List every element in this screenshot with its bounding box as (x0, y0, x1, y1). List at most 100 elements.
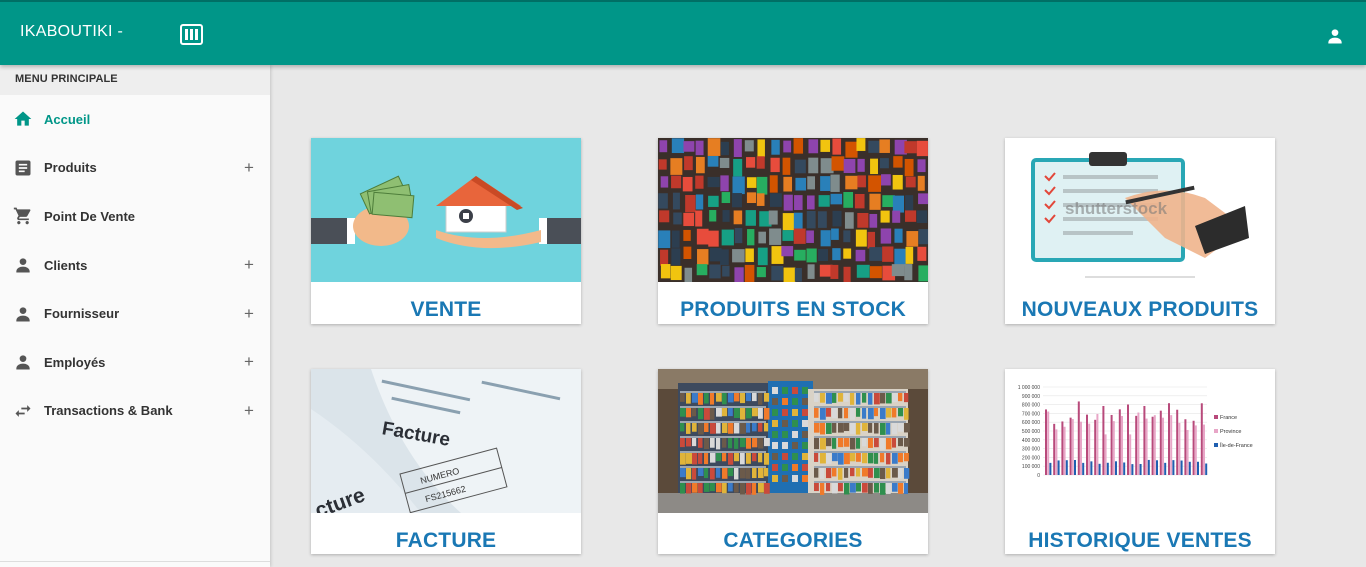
expand-icon[interactable]: + (244, 352, 254, 372)
chart-bar (1123, 462, 1126, 475)
clipboard-checklist-illustration: shutterstock (1005, 138, 1275, 282)
sidebar-item-transactions-bank[interactable]: Transactions & Bank + (0, 387, 270, 436)
view-columns-icon[interactable] (180, 24, 203, 45)
chart-bar (1047, 411, 1050, 475)
chart-bar (1135, 415, 1138, 475)
swap-arrows-icon (15, 405, 31, 417)
sidebar-item-label: Clients (44, 257, 88, 273)
card-facture[interactable]: Facture cture NUMERO FS215662 FACTURE (311, 369, 581, 554)
card-title: PRODUITS EN STOCK (680, 298, 906, 321)
sidebar-item-fournisseur[interactable]: Fournisseur + (0, 289, 270, 338)
brand-title[interactable]: IKABOUTIKI - (20, 23, 123, 41)
sidebar-item-label: Fournisseur (44, 306, 120, 322)
chart-bar (1168, 403, 1170, 475)
chart-bar (1147, 459, 1150, 475)
person-icon[interactable] (1325, 26, 1345, 46)
chart-bar (1053, 423, 1056, 475)
chart-bar (1094, 419, 1097, 475)
home-icon (14, 111, 32, 126)
top-bar: IKABOUTIKI - (0, 0, 1366, 65)
chart-bar (1186, 429, 1189, 475)
chart-bar (1162, 417, 1164, 475)
chart-bar (1203, 424, 1205, 475)
expand-icon[interactable]: + (244, 158, 254, 178)
card-title: VENTE (410, 298, 482, 321)
chart-tick-label: 300 000 (1022, 447, 1040, 453)
chart-bar (1188, 461, 1191, 475)
cart-icon (13, 208, 31, 225)
chart-bar (1065, 460, 1068, 475)
chart-legend-swatch (1214, 429, 1218, 433)
expand-icon[interactable]: + (244, 304, 254, 324)
chart-bar (1071, 419, 1074, 475)
chart-bar (1129, 434, 1132, 475)
chart-bar (1176, 409, 1179, 475)
chart-bar (1159, 410, 1162, 475)
watermark-text: shutterstock (1065, 199, 1168, 218)
sidebar-title: MENU PRINCIPALE (0, 65, 270, 95)
chart-bar (1156, 460, 1158, 475)
sidebar-item-label: Transactions & Bank (44, 403, 173, 419)
chart-bar (1080, 421, 1082, 475)
chart-bar (1127, 404, 1129, 475)
expand-icon[interactable]: + (244, 401, 254, 421)
chart-bar (1170, 415, 1173, 475)
sidebar-divider (0, 561, 270, 562)
card-vente[interactable]: VENTE (311, 138, 581, 324)
chart-tick-label: 700 000 (1022, 411, 1040, 417)
card-historique-ventes[interactable]: 1 000 000 900 000 800 000 700 000 600 000 500… (1005, 369, 1275, 554)
store-aisle-photo (658, 369, 928, 513)
chart-bar (1074, 459, 1076, 475)
chart-tick-label: 600 000 (1022, 420, 1040, 426)
sidebar-item-label: Point De Vente (44, 208, 136, 224)
chart-tick-label: 100 000 (1022, 464, 1040, 470)
chart-bar (1143, 405, 1146, 475)
chart-legend-swatch (1214, 443, 1218, 447)
card-nouveaux-produits[interactable]: shutterstock NOUVEAUX PRODUITS (1005, 138, 1275, 324)
chart-bar (1121, 415, 1123, 475)
chart-bar (1139, 463, 1142, 475)
sidebar-item-label: Employés (44, 354, 106, 370)
chart-bar (1055, 429, 1058, 475)
chart-bar (1153, 415, 1156, 475)
hardware-store-shelves-photo (658, 138, 928, 282)
chart-bar (1194, 425, 1197, 475)
chart-legend-label: France (1220, 415, 1237, 421)
chart-bar (1197, 461, 1199, 475)
chart-bar (1118, 409, 1121, 475)
chart-legend-swatch (1214, 415, 1218, 419)
chart-bar (1192, 420, 1195, 475)
person-icon (16, 258, 30, 273)
chart-bar (1180, 460, 1183, 475)
chart-tick-label: 0 (1037, 473, 1040, 479)
sidebar-item-produits[interactable]: Produits + (0, 144, 270, 193)
document-list-icon (15, 160, 31, 176)
chart-bar (1069, 417, 1072, 475)
chart-bar (1205, 463, 1208, 475)
chart-bar (1102, 405, 1105, 475)
card-categories[interactable]: CATEGORIES (658, 369, 928, 554)
chart-legend-label: Île-de-France (1219, 442, 1253, 449)
sidebar-item-point-de-vente[interactable]: Point De Vente (0, 192, 270, 241)
chart-bar (1090, 461, 1093, 475)
chart-tick-label: 500 000 (1022, 429, 1040, 435)
sidebar-item-clients[interactable]: Clients + (0, 241, 270, 290)
card-produits-en-stock[interactable]: PRODUITS EN STOCK (658, 138, 928, 324)
sidebar-item-label: Produits (44, 160, 97, 176)
chart-bar (1106, 462, 1109, 475)
chart-bar (1112, 421, 1115, 475)
invoice-document-photo: Facture cture NUMERO FS215662 (311, 369, 581, 513)
chart-tick-label: 800 000 (1022, 403, 1040, 409)
sidebar-item-employes[interactable]: Employés + (0, 338, 270, 387)
sidebar-item-accueil[interactable]: Accueil (0, 95, 270, 144)
card-title: HISTORIQUE VENTES (1028, 529, 1252, 552)
chart-legend-label: Province (1220, 429, 1241, 435)
chart-bar (1104, 434, 1107, 475)
chart-bar (1049, 462, 1052, 475)
chart-tick-label: 200 000 (1022, 455, 1040, 461)
chart-bar (1115, 461, 1117, 475)
chart-bar (1045, 409, 1047, 475)
chart-bar (1200, 403, 1203, 475)
card-title: FACTURE (395, 529, 497, 552)
expand-icon[interactable]: + (244, 255, 254, 275)
